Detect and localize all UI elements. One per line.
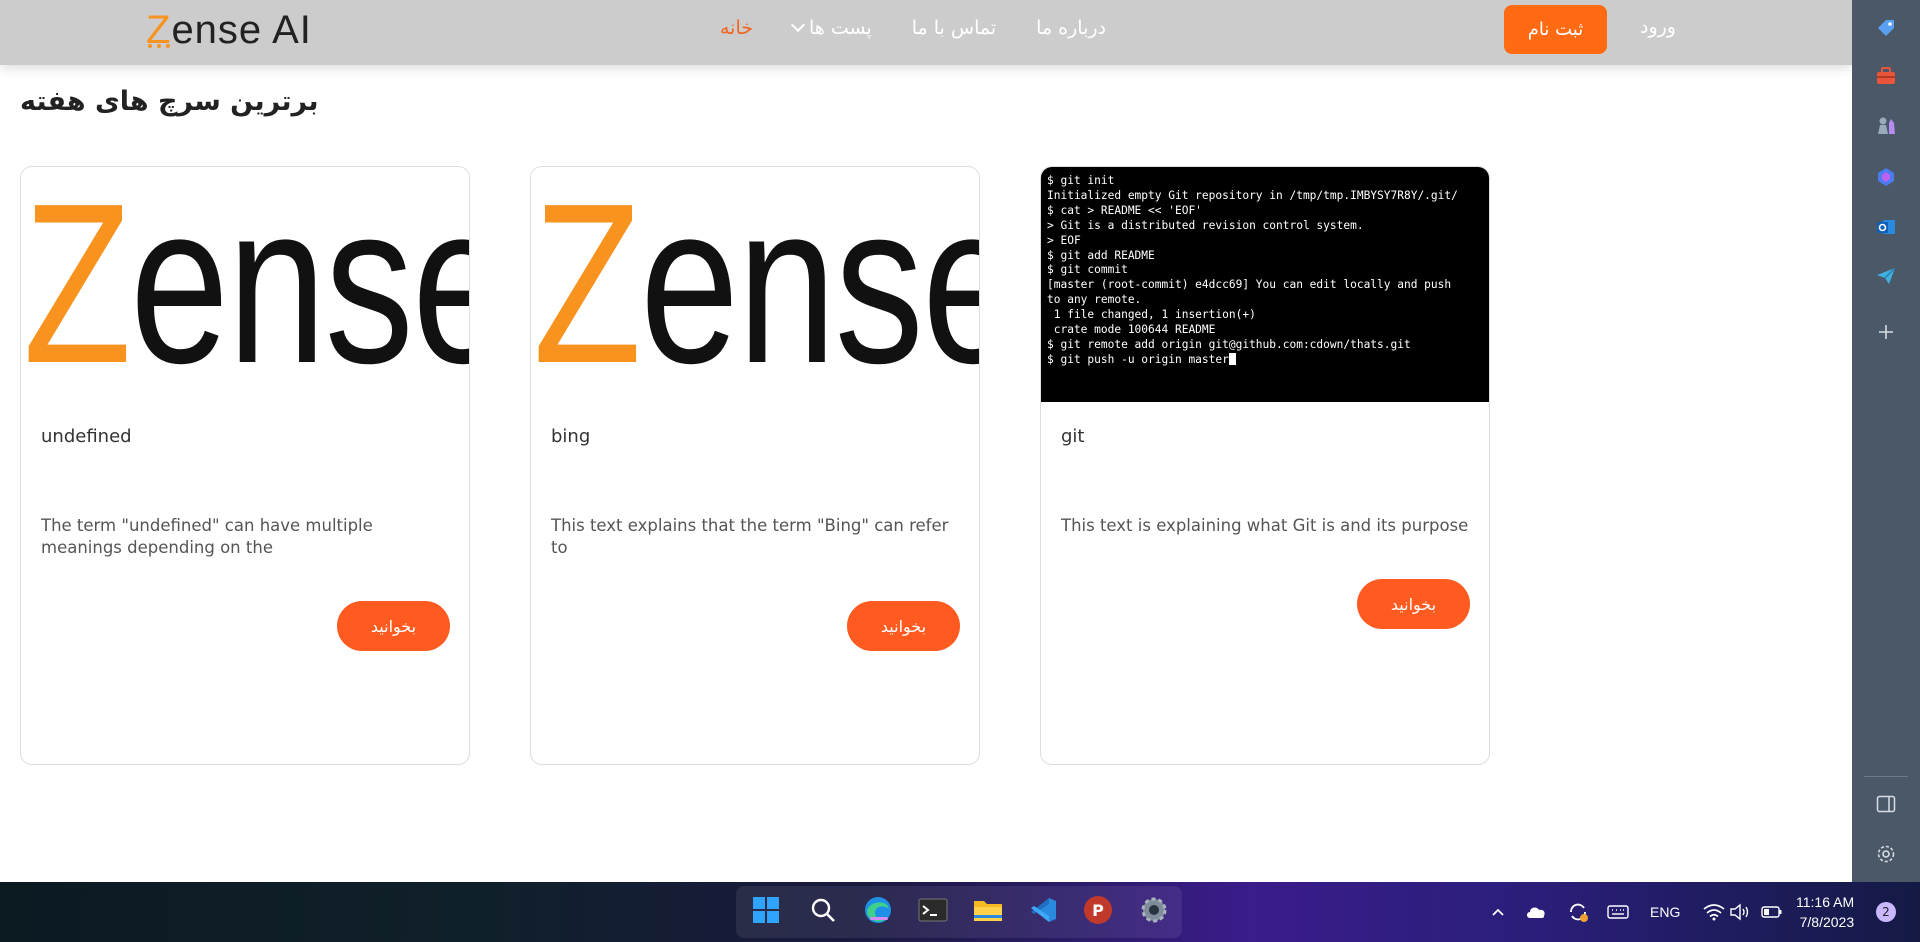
nav-link-home[interactable]: خانه — [720, 17, 753, 39]
nav-link-posts-label: پست ها — [809, 17, 872, 39]
outlook-icon[interactable] — [1874, 215, 1898, 239]
terminal-line: [master (root-commit) e4dcc69] You can e… — [1047, 278, 1452, 292]
svg-text:P: P — [1092, 901, 1104, 920]
card-description: The term "undefined" can have multiple m… — [41, 516, 373, 557]
chevron-down-icon — [790, 17, 806, 33]
terminal-line: to any remote. — [1047, 293, 1142, 307]
sidebar-divider — [1864, 776, 1908, 777]
file-explorer-icon[interactable] — [972, 894, 1004, 926]
clock[interactable]: 11:16 AM 7/8/2023 — [1796, 892, 1854, 932]
nav-link-posts[interactable]: پست ها — [790, 17, 872, 39]
settings-icon[interactable] — [1874, 842, 1898, 866]
settings-app-icon[interactable] — [1138, 894, 1170, 926]
register-button[interactable]: ثبت نام — [1504, 5, 1607, 54]
terminal-line: > Git is a distributed revision control … — [1047, 218, 1364, 232]
notification-badge[interactable]: 2 — [1876, 902, 1896, 922]
chevron-up-icon[interactable] — [1482, 896, 1514, 928]
login-link[interactable]: ورود — [1640, 16, 1676, 38]
terminal-line: $ git add README — [1047, 248, 1155, 262]
terminal-line: $ git push -u origin master — [1047, 352, 1229, 366]
card-image-terminal[interactable]: $ git init Initialized empty Git reposit… — [1041, 167, 1489, 402]
card-title[interactable]: bing — [551, 426, 590, 447]
onedrive-icon[interactable] — [1520, 896, 1552, 928]
language-indicator[interactable]: ENG — [1650, 904, 1680, 920]
card-image-logo: Zense AI — [533, 167, 979, 402]
web-page: Zense AI خانه پست ها تماس با ما درباره م… — [0, 0, 1852, 882]
site-logo[interactable]: Zense AI — [146, 8, 312, 52]
section-title: برترین سرچ های هفته — [20, 86, 319, 117]
card-title[interactable]: git — [1061, 426, 1084, 447]
card-description: This text explains that the term "Bing" … — [551, 516, 949, 557]
terminal-line: $ git init — [1047, 174, 1115, 187]
send-icon[interactable] — [1874, 264, 1898, 288]
card-title[interactable]: undefined — [41, 426, 132, 447]
read-button[interactable]: بخوانید — [337, 601, 450, 651]
active-indicator — [870, 917, 888, 920]
card-description: This text is explaining what Git is and … — [1061, 516, 1469, 535]
nav-link-about[interactable]: درباره ما — [1036, 17, 1106, 39]
clock-date: 7/8/2023 — [1799, 914, 1855, 930]
terminal-line: crate mode 100644 README — [1047, 323, 1216, 337]
post-card: Zense AI bing This text explains that th… — [530, 166, 980, 765]
clock-time: 11:16 AM — [1796, 894, 1855, 910]
tag-icon[interactable] — [1874, 16, 1898, 40]
card-image[interactable]: Zense AI — [21, 167, 469, 402]
toolbox-icon[interactable] — [1874, 64, 1898, 88]
taskbar-apps-group — [736, 886, 1182, 938]
edge-icon[interactable] — [862, 894, 894, 926]
terminal-line: Initialized empty Git repository in /tmp… — [1047, 188, 1458, 202]
terminal-line: 1 file changed, 1 insertion(+) — [1047, 308, 1256, 322]
vscode-icon[interactable] — [1027, 894, 1059, 926]
split-view-icon[interactable] — [1874, 792, 1898, 816]
keyboard-icon[interactable] — [1602, 896, 1634, 928]
volume-icon[interactable] — [1724, 896, 1756, 928]
browser-sidebar — [1852, 0, 1920, 882]
navbar: Zense AI خانه پست ها تماس با ما درباره م… — [0, 0, 1852, 65]
psiphon-icon[interactable]: P — [1082, 894, 1114, 926]
nav-links: خانه پست ها تماس با ما درباره ما — [720, 14, 1106, 42]
chess-icon[interactable] — [1874, 114, 1898, 138]
terminal-line: $ git commit — [1047, 263, 1128, 277]
battery-icon[interactable] — [1756, 896, 1788, 928]
windows-start-icon[interactable] — [750, 894, 782, 926]
sync-icon[interactable] — [1562, 896, 1594, 928]
terminal-line: > EOF — [1047, 233, 1081, 247]
terminal-cursor — [1228, 352, 1236, 365]
terminal-line: $ git remote add origin git@github.com:c… — [1047, 337, 1411, 351]
nav-link-contact[interactable]: تماس با ما — [912, 17, 996, 39]
read-button[interactable]: بخوانید — [847, 601, 960, 651]
logo-text: ense AI — [171, 7, 312, 52]
card-image-logo: Zense AI — [23, 167, 469, 402]
read-button[interactable]: بخوانید — [1357, 579, 1470, 629]
card-image[interactable]: Zense AI — [531, 167, 979, 402]
copilot-icon[interactable] — [1874, 165, 1898, 189]
terminal-line: $ cat > README << 'EOF' — [1047, 203, 1202, 217]
terminal-icon[interactable] — [917, 894, 949, 926]
logo-dots — [148, 44, 170, 48]
add-icon[interactable] — [1874, 320, 1898, 344]
search-icon[interactable] — [807, 894, 839, 926]
taskbar: P ENG 11:16 AM 7/8/2023 2 — [0, 882, 1920, 942]
post-card: $ git init Initialized empty Git reposit… — [1040, 166, 1490, 765]
post-card: Zense AI undefined The term "undefined" … — [20, 166, 470, 765]
